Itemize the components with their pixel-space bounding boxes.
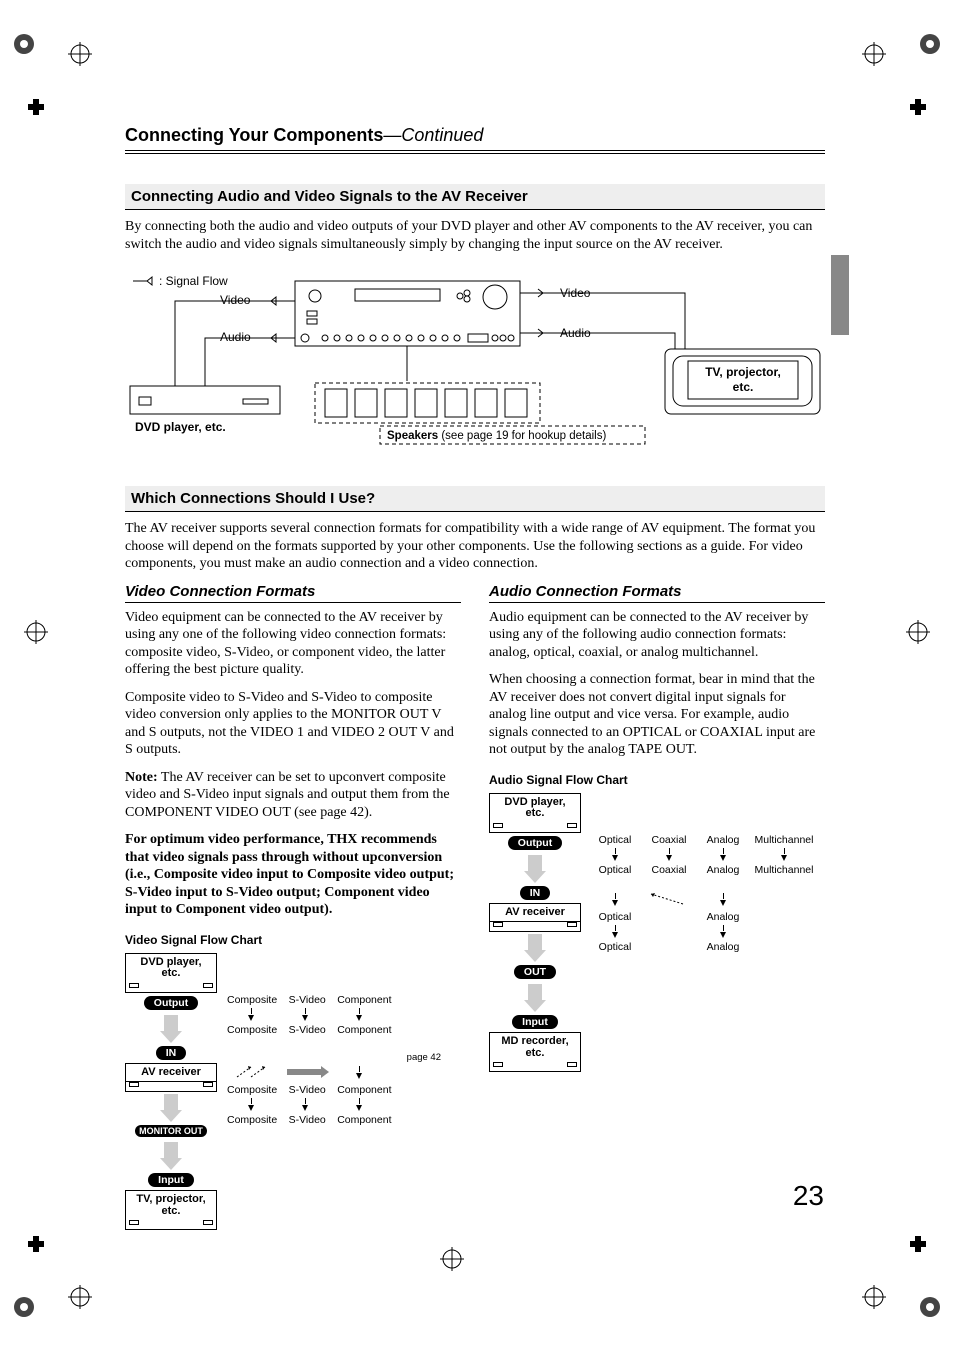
flow-label: S-Video (283, 994, 331, 1006)
flow-label: Optical (591, 834, 639, 846)
video-p3-text: The AV receiver can be set to upconvert … (125, 770, 450, 820)
flow-input: Input (512, 1015, 558, 1029)
flow-output: Output (508, 836, 562, 850)
section2-paragraph: The AV receiver supports several connect… (125, 520, 825, 573)
flow-label: Optical (591, 864, 639, 876)
note-label: Note: (125, 770, 158, 785)
registration-mark-icon (862, 1285, 886, 1309)
flow-label: Analog (699, 834, 747, 846)
video-p4: For optimum video performance, THX recom… (125, 831, 461, 919)
chapter-title-text: Connecting Your Components (125, 125, 383, 145)
video-formats-heading: Video Connection Formats (125, 583, 461, 603)
flow-label: Optical (591, 941, 639, 953)
signal-flow-diagram: : Signal Flow DVD player, etc. Video Aud… (125, 271, 825, 451)
flow-page42: page 42 (407, 1052, 441, 1063)
registration-mark-icon (862, 42, 886, 66)
flow-label: Composite (227, 1084, 277, 1096)
page-tab-marker (831, 255, 849, 335)
flow-label: Analog (699, 911, 747, 923)
flow-avr: AV receiver (489, 903, 581, 923)
audio-flow-chart-title: Audio Signal Flow Chart (489, 773, 825, 787)
flow-monitor-out: MONITOR OUT (135, 1125, 207, 1137)
flow-md: MD recorder, etc. (489, 1032, 581, 1062)
flow-label: Composite (227, 1114, 277, 1126)
video-p1: Video equipment can be connected to the … (125, 609, 461, 679)
flow-label: Composite (227, 1024, 277, 1036)
flow-in: IN (520, 886, 551, 900)
registration-mark-icon (12, 1295, 36, 1319)
registration-mark-icon (24, 620, 48, 644)
flow-label: Analog (699, 864, 747, 876)
diagram-speakers-note: (see page 19 for hookup details) (438, 430, 606, 442)
diagram-tv-label-1: TV, projector, (705, 365, 781, 379)
registration-mark-icon (68, 42, 92, 66)
diagram-dvd-label: DVD player, etc. (135, 420, 226, 434)
flow-label: Coaxial (645, 834, 693, 846)
flow-label: S-Video (283, 1084, 331, 1096)
flow-dvd: DVD player, etc. (125, 953, 217, 983)
svg-text:etc.: etc. (733, 380, 754, 394)
diagram-video-label-right: Video (560, 286, 591, 300)
flow-label: Component (337, 1024, 391, 1036)
diagram-audio-label-right: Audio (560, 326, 591, 340)
flow-input: Input (148, 1173, 194, 1187)
video-flow-chart-title: Video Signal Flow Chart (125, 933, 461, 947)
flow-label: Component (337, 1114, 391, 1126)
video-signal-flow-chart: DVD player, etc. Output IN AV receiver M… (125, 953, 461, 1231)
section1-paragraph: By connecting both the audio and video o… (125, 218, 825, 253)
audio-formats-heading: Audio Connection Formats (489, 583, 825, 603)
registration-mark-icon (12, 32, 36, 56)
audio-p1: Audio equipment can be connected to the … (489, 609, 825, 662)
registration-mark-icon (918, 1295, 942, 1319)
flow-dvd: DVD player, etc. (489, 793, 581, 823)
flow-label: S-Video (283, 1024, 331, 1036)
diagram-audio-label-left: Audio (220, 330, 251, 344)
video-p2: Composite video to S-Video and S-Video t… (125, 689, 461, 759)
chapter-continued: —Continued (383, 125, 483, 145)
flow-label: Coaxial (645, 864, 693, 876)
flow-label: Composite (227, 994, 277, 1006)
flow-label: Component (337, 994, 391, 1006)
page-number: 23 (793, 1180, 824, 1212)
flow-label: Multichannel (753, 834, 815, 846)
registration-mark-icon (24, 95, 48, 119)
chapter-title: Connecting Your Components—Continued (125, 125, 825, 154)
flow-out: OUT (514, 965, 556, 979)
diagram-video-label-left: Video (220, 293, 251, 307)
audio-p2: When choosing a connection format, bear … (489, 671, 825, 759)
registration-mark-icon (906, 95, 930, 119)
flow-label: S-Video (283, 1114, 331, 1126)
registration-mark-icon (906, 620, 930, 644)
flow-in: IN (156, 1046, 187, 1060)
diagram-legend: : Signal Flow (159, 274, 228, 288)
section-heading-signals: Connecting Audio and Video Signals to th… (125, 184, 825, 210)
svg-text:Speakers (see page 19 for hook: Speakers (see page 19 for hookup details… (387, 430, 606, 442)
diagram-speakers-label: Speakers (387, 430, 438, 442)
registration-mark-icon (440, 1247, 464, 1271)
registration-mark-icon (24, 1232, 48, 1256)
flow-tv: TV, projector, etc. (125, 1190, 217, 1220)
video-p3: Note: The AV receiver can be set to upco… (125, 769, 461, 822)
flow-avr: AV receiver (125, 1063, 217, 1083)
registration-mark-icon (918, 32, 942, 56)
flow-label: Analog (699, 941, 747, 953)
flow-output: Output (144, 996, 198, 1010)
registration-mark-icon (906, 1232, 930, 1256)
registration-mark-icon (68, 1285, 92, 1309)
flow-label: Optical (591, 911, 639, 923)
section-heading-which: Which Connections Should I Use? (125, 486, 825, 512)
flow-label: Component (337, 1084, 391, 1096)
audio-signal-flow-chart: DVD player, etc. Output IN AV receiver O… (489, 793, 825, 1073)
flow-label: Multichannel (753, 864, 815, 876)
